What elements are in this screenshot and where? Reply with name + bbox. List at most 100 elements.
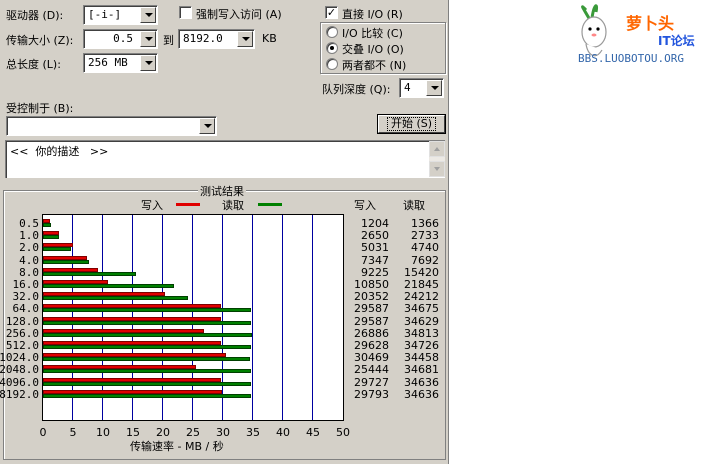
chevron-down-icon[interactable] (199, 118, 215, 134)
chevron-down-icon[interactable] (140, 7, 156, 23)
write-value: 29587 (354, 302, 389, 316)
read-value: 34675 (404, 302, 439, 316)
unit-kb-label: KB (262, 32, 277, 45)
y-tick-label: 256.0 (5, 326, 39, 340)
drive-select[interactable]: [-i-] (83, 5, 158, 25)
read-value: 7692 (411, 253, 439, 267)
x-tick-label: 30 (216, 426, 230, 439)
write-value: 1204 (361, 217, 389, 230)
scroll-down-icon[interactable] (429, 161, 445, 177)
column-write-header: 写入 (354, 199, 376, 212)
transfer-from-select[interactable]: 0.5 (83, 29, 158, 49)
write-value: 9225 (361, 265, 389, 279)
legend-read-swatch (258, 203, 282, 206)
read-bar (43, 259, 90, 264)
y-tick-label: 4.0 (19, 253, 39, 267)
chevron-down-icon[interactable] (426, 80, 442, 96)
y-tick-label: 8.0 (19, 265, 39, 279)
description-scrollbar[interactable] (429, 141, 445, 177)
read-value: 2733 (411, 229, 439, 243)
read-bar (43, 296, 189, 301)
controlled-by-label: 受控制于 (B): (6, 102, 74, 115)
read-bar (43, 235, 60, 240)
x-tick-label: 45 (306, 426, 320, 439)
legend-read-label: 读取 (222, 199, 244, 212)
y-tick-label: 64.0 (12, 302, 40, 316)
write-value: 29628 (354, 339, 389, 352)
chevron-down-icon[interactable] (237, 31, 253, 47)
throughput-chart (42, 214, 344, 421)
to-label: 到 (163, 34, 174, 47)
controlled-by-select[interactable] (6, 116, 217, 136)
y-tick-label: 16.0 (12, 278, 40, 291)
y-tick-label: 0.5 (19, 217, 39, 230)
neither-radio[interactable] (326, 58, 338, 70)
x-tick-label: 25 (186, 426, 200, 439)
read-bar (43, 357, 250, 362)
site-logo: 萝卜头 IT论坛 BBS.LUOBOTOU.ORG (572, 2, 718, 72)
write-value: 5031 (361, 241, 389, 255)
write-value: 29727 (354, 375, 389, 389)
chevron-down-icon[interactable] (140, 55, 156, 71)
read-bar (43, 284, 175, 288)
description-text: << 你的描述 >> (10, 145, 109, 158)
read-bar (43, 247, 72, 252)
grid-line (312, 215, 313, 420)
x-tick-label: 5 (69, 426, 77, 439)
overlap-io-label: 交叠 I/O (O) (342, 43, 404, 56)
write-value: 29587 (354, 314, 389, 328)
x-axis-title: 传输速率 - MB / 秒 (130, 440, 224, 453)
write-value: 29793 (354, 387, 389, 401)
read-value: 34636 (404, 387, 439, 401)
logo-url: BBS.LUOBOTOU.ORG (578, 52, 684, 65)
read-value: 34726 (404, 339, 439, 352)
description-textarea[interactable]: << 你的描述 >> (5, 140, 445, 178)
y-tick-label: 2.0 (19, 241, 39, 255)
column-read-header: 读取 (403, 199, 425, 212)
start-button[interactable]: 开始 (S) (378, 115, 445, 133)
y-tick-label: 128.0 (5, 314, 39, 328)
queue-depth-select[interactable]: 4 (399, 78, 444, 98)
write-value: 30469 (354, 351, 389, 365)
read-bar (43, 393, 251, 398)
total-length-label: 总长度 (L): (6, 58, 61, 71)
force-write-checkbox[interactable] (179, 6, 192, 19)
queue-depth-label: 队列深度 (Q): (322, 83, 391, 96)
neither-label: 两者都不 (N) (342, 59, 407, 72)
read-value: 34458 (404, 351, 439, 365)
logo-title: 萝卜头 (626, 14, 675, 33)
logo-subtitle: IT论坛 (658, 34, 695, 48)
x-tick-label: 40 (276, 426, 290, 439)
read-bar (43, 369, 252, 374)
io-compare-radio[interactable] (326, 26, 338, 38)
scroll-up-icon[interactable] (429, 141, 445, 157)
total-length-select[interactable]: 256 MB (83, 53, 158, 73)
chevron-down-icon[interactable] (140, 31, 156, 47)
read-value: 15420 (404, 265, 439, 279)
read-value: 34629 (404, 314, 439, 328)
y-tick-label: 2048.0 (0, 363, 39, 377)
transfer-to-select[interactable]: 8192.0 (178, 29, 255, 49)
y-tick-label: 1024.0 (0, 351, 39, 365)
read-value: 24212 (404, 290, 439, 304)
y-tick-label: 4096.0 (0, 375, 39, 389)
x-tick-label: 35 (246, 426, 260, 439)
read-value: 1366 (411, 217, 439, 230)
read-bar (43, 320, 251, 325)
y-tick-label: 32.0 (12, 290, 40, 304)
x-tick-label: 50 (336, 426, 350, 439)
y-tick-label: 1.0 (19, 229, 39, 243)
benchmark-window: 驱动器 (D): [-i-] 强制写入访问 (A) 传输大小 (Z): 0.5 … (0, 0, 449, 464)
drive-label: 驱动器 (D): (6, 9, 64, 22)
write-value: 26886 (354, 326, 389, 340)
start-button-label: 开始 (S) (386, 117, 437, 131)
overlap-io-radio[interactable] (326, 42, 338, 54)
read-bar (43, 308, 252, 313)
read-value: 21845 (404, 278, 439, 291)
total-length-value: 256 MB (88, 56, 128, 69)
read-bar (43, 332, 252, 337)
direct-io-checkbox[interactable]: ✓ (325, 6, 338, 19)
legend-write-swatch (176, 203, 200, 206)
write-value: 7347 (361, 253, 389, 267)
x-tick-label: 15 (126, 426, 140, 439)
